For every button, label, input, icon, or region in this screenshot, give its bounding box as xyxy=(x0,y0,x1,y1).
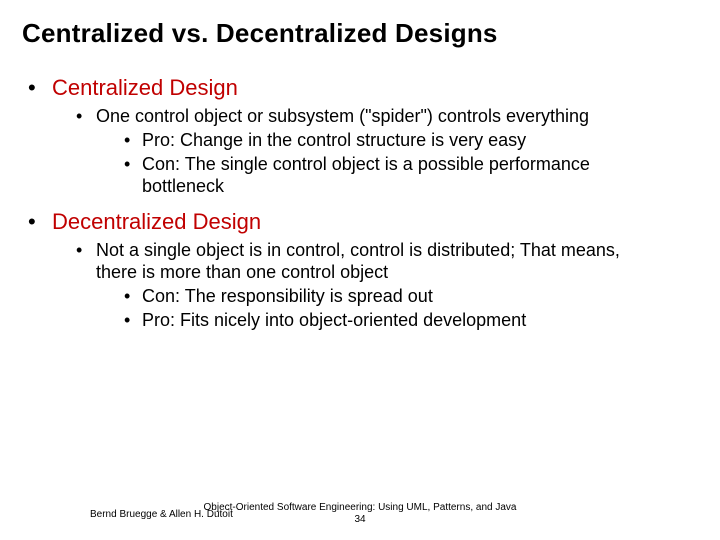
list-text: Pro: Change in the control structure is … xyxy=(142,129,526,151)
list-text: Con: The responsibility is spread out xyxy=(142,285,433,307)
spacer xyxy=(28,197,698,209)
footer-center: Object-Oriented Software Engineering: Us… xyxy=(0,502,720,526)
list-item: • Con: The single control object is a po… xyxy=(28,153,698,197)
section-heading-decentralized: • Decentralized Design xyxy=(28,209,698,235)
list-item: • Pro: Fits nicely into object-oriented … xyxy=(28,309,698,331)
slide-content: • Centralized Design • One control objec… xyxy=(22,75,698,331)
slide: Centralized vs. Decentralized Designs • … xyxy=(0,0,720,540)
list-item: • Not a single object is in control, con… xyxy=(28,239,698,283)
bullet-dot-icon: • xyxy=(76,105,96,127)
heading-text: Decentralized Design xyxy=(52,209,261,235)
bullet-dot-icon: • xyxy=(28,75,52,101)
list-text: Con: The single control object is a poss… xyxy=(142,153,662,197)
list-item: • Pro: Change in the control structure i… xyxy=(28,129,698,151)
bullet-dot-icon: • xyxy=(124,285,142,307)
section-heading-centralized: • Centralized Design xyxy=(28,75,698,101)
list-text: One control object or subsystem ("spider… xyxy=(96,105,589,127)
list-item: • Con: The responsibility is spread out xyxy=(28,285,698,307)
bullet-dot-icon: • xyxy=(124,153,142,197)
bullet-dot-icon: • xyxy=(76,239,96,283)
bullet-dot-icon: • xyxy=(124,129,142,151)
slide-title: Centralized vs. Decentralized Designs xyxy=(22,18,698,49)
bullet-dot-icon: • xyxy=(28,209,52,235)
list-text: Pro: Fits nicely into object-oriented de… xyxy=(142,309,526,331)
list-text: Not a single object is in control, contr… xyxy=(96,239,656,283)
footer-book: Object-Oriented Software Engineering: Us… xyxy=(204,502,517,513)
bullet-dot-icon: • xyxy=(124,309,142,331)
footer-page: 34 xyxy=(0,514,720,526)
heading-text: Centralized Design xyxy=(52,75,238,101)
list-item: • One control object or subsystem ("spid… xyxy=(28,105,698,127)
